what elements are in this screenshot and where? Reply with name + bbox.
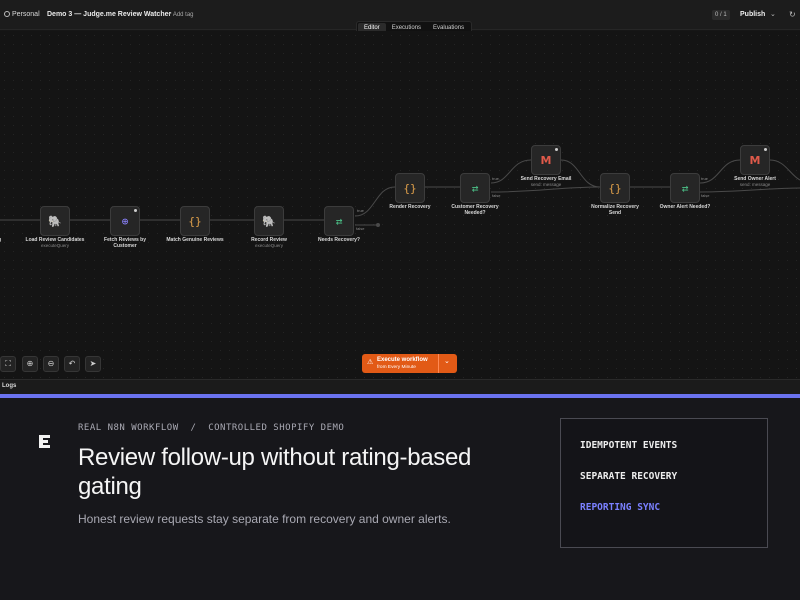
banner-subtext: Honest review requests stay separate fro…: [78, 512, 451, 526]
code-icon: {}: [188, 214, 202, 228]
undo-icon[interactable]: ↶: [64, 356, 80, 372]
node-sublabel: send: message: [739, 182, 771, 187]
node-match-genuine-reviews[interactable]: {}: [180, 206, 210, 236]
status-dot: [555, 148, 558, 151]
node-fetch-reviews[interactable]: ⊕: [110, 206, 140, 236]
logs-label: Logs: [2, 383, 17, 389]
node-label: Owner Alert Needed?: [659, 204, 711, 210]
node-sublabel: executeQuery: [254, 243, 283, 248]
edge-endpoint: [376, 223, 380, 227]
node-record-review[interactable]: 🐘: [254, 206, 284, 236]
edge-label-true: true: [701, 176, 708, 181]
node-label: Customer Recovery Needed?: [451, 204, 499, 216]
node-sublabel: send: message: [530, 182, 562, 187]
node-send-owner-alert[interactable]: M: [740, 145, 770, 175]
node-send-recovery-email[interactable]: M: [531, 145, 561, 175]
zoom-in-icon[interactable]: ⊕: [22, 356, 38, 372]
pointer-icon[interactable]: ➤: [85, 356, 101, 372]
postgres-icon: 🐘: [262, 214, 276, 228]
node-sublabel: executeQuery: [40, 243, 69, 248]
node-render-recovery[interactable]: {}: [395, 173, 425, 203]
node-load-review-candidates[interactable]: 🐘: [40, 206, 70, 236]
promo-banner: REAL N8N WORKFLOW / CONTROLLED SHOPIFY D…: [0, 398, 800, 600]
status-dot: [764, 148, 767, 151]
chevron-down-icon[interactable]: ⌄: [444, 357, 450, 365]
execute-workflow-button[interactable]: ⚠ Execute workflow from Every Minute ⌄: [362, 354, 457, 373]
banner-headline: Review follow-up without rating-based ga…: [78, 444, 472, 500]
postgres-icon: 🐘: [48, 214, 62, 228]
node-needs-recovery[interactable]: ⇄: [324, 206, 354, 236]
if-branch-icon: ⇄: [335, 214, 343, 228]
banner-eyebrow: REAL N8N WORKFLOW / CONTROLLED SHOPIFY D…: [78, 423, 345, 433]
warning-icon: ⚠: [367, 359, 374, 366]
code-icon: {}: [403, 181, 417, 195]
brand-logo-icon: [39, 435, 50, 448]
node-customer-recovery-needed[interactable]: ⇄: [460, 173, 490, 203]
node-label: Needs Recovery?: [318, 237, 360, 243]
status-dot: [134, 209, 137, 212]
edge-label-false: false: [701, 193, 710, 198]
if-branch-icon: ⇄: [681, 181, 689, 195]
execute-label: Execute workflow: [377, 357, 428, 363]
execute-divider: [438, 354, 439, 373]
node-owner-alert-needed[interactable]: ⇄: [670, 173, 700, 203]
feature-item-highlighted: REPORTING SYNC: [580, 502, 661, 513]
feature-item: SEPARATE RECOVERY: [580, 471, 678, 482]
logs-panel-header[interactable]: Logs: [0, 379, 800, 394]
fit-view-icon[interactable]: ⛶: [0, 356, 16, 372]
feature-card: IDEMPOTENT EVENTS SEPARATE RECOVERY REPO…: [560, 418, 768, 548]
node-normalize-recovery-send[interactable]: {}: [600, 173, 630, 203]
if-branch-icon: ⇄: [471, 181, 479, 195]
zoom-out-icon[interactable]: ⊖: [43, 356, 59, 372]
edge-label-false: false: [356, 226, 365, 231]
execute-sublabel: from Every Minute: [377, 365, 416, 370]
code-icon: {}: [608, 181, 622, 195]
edge-label-false: false: [492, 193, 501, 198]
feature-item: IDEMPOTENT EVENTS: [580, 440, 678, 451]
edge-owner-false: [699, 187, 800, 193]
edge-customer-false: [490, 186, 601, 193]
